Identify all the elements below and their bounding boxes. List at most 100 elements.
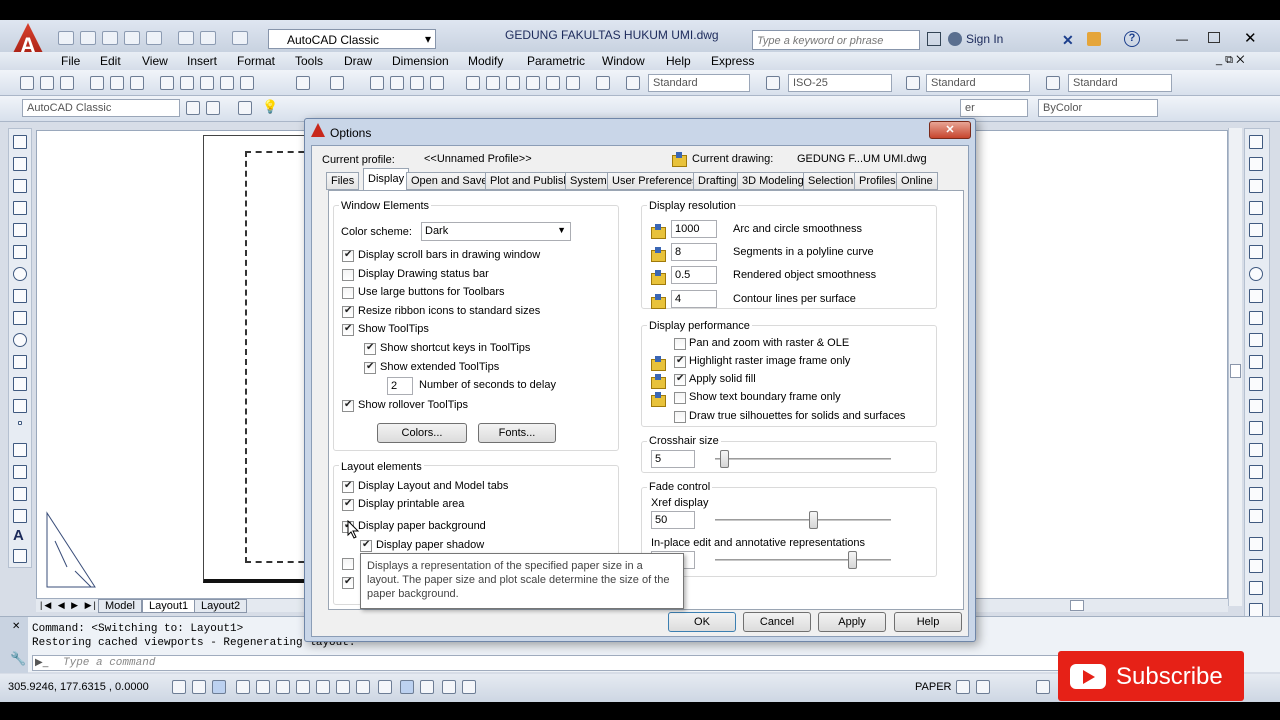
- tab-layout1[interactable]: Layout1: [142, 599, 196, 613]
- multiline-text-icon[interactable]: A: [13, 527, 24, 544]
- open-file-icon[interactable]: [40, 76, 54, 90]
- maximize-viewport-icon[interactable]: [1036, 680, 1050, 694]
- copy-object-icon[interactable]: [1249, 157, 1263, 171]
- binoculars-icon[interactable]: [927, 32, 941, 46]
- rendered-smoothness-input[interactable]: 0.5: [671, 266, 717, 284]
- show-tooltips-checkbox[interactable]: [342, 323, 354, 336]
- revision-cloud-icon[interactable]: [13, 289, 27, 303]
- menu-edit[interactable]: Edit: [100, 54, 121, 68]
- contour-lines-input[interactable]: 4: [671, 290, 717, 308]
- layout-model-tabs-checkbox[interactable]: [342, 480, 354, 493]
- layer-properties-icon[interactable]: [206, 101, 220, 115]
- vertical-scroll-thumb[interactable]: [1230, 364, 1241, 378]
- color-select[interactable]: ByColor: [1038, 99, 1158, 117]
- quick-view-drawings-icon[interactable]: [976, 680, 990, 694]
- hidden-option-checkbox-2[interactable]: [342, 576, 354, 589]
- mleader-style-select[interactable]: Standard: [1068, 74, 1172, 92]
- help-search-input[interactable]: Type a keyword or phrase: [752, 30, 920, 50]
- markup-icon[interactable]: [546, 76, 560, 90]
- extended-tooltips-checkbox[interactable]: [364, 361, 376, 374]
- tab-display[interactable]: Display: [363, 168, 410, 190]
- hatch-icon[interactable]: [13, 443, 27, 457]
- undo-icon[interactable]: [200, 31, 216, 45]
- menu-modify[interactable]: Modify: [468, 54, 503, 68]
- zoom-window-icon[interactable]: [410, 76, 424, 90]
- table-icon[interactable]: [13, 509, 27, 523]
- tab-system[interactable]: System: [565, 172, 612, 190]
- menu-file[interactable]: File: [61, 54, 80, 68]
- join-icon[interactable]: [1249, 421, 1263, 435]
- arc-icon[interactable]: [13, 245, 27, 259]
- paper-space-toggle[interactable]: PAPER: [915, 681, 951, 693]
- insert-block-icon[interactable]: [13, 377, 27, 391]
- ok-button[interactable]: OK: [668, 612, 736, 632]
- scale-icon[interactable]: [1249, 289, 1263, 303]
- move-icon[interactable]: [1249, 245, 1263, 259]
- scroll-bars-checkbox[interactable]: [342, 249, 354, 262]
- shortcut-keys-checkbox[interactable]: [364, 342, 376, 355]
- workspace-select[interactable]: AutoCAD Classic ▾: [268, 29, 436, 49]
- quickcalc-icon[interactable]: [566, 76, 580, 90]
- printable-area-checkbox[interactable]: [342, 498, 354, 511]
- raster-frame-checkbox[interactable]: [674, 355, 686, 368]
- chamfer-icon[interactable]: [1249, 443, 1263, 457]
- polar-tracking-icon[interactable]: [256, 680, 270, 694]
- tab-3d-modeling[interactable]: 3D Modeling: [737, 172, 809, 190]
- dynamic-input-icon[interactable]: [356, 680, 370, 694]
- spline-icon[interactable]: [13, 311, 27, 325]
- save-as-icon[interactable]: [124, 31, 140, 45]
- arc-smoothness-input[interactable]: 1000: [671, 220, 717, 238]
- draworder-icon[interactable]: [1249, 537, 1263, 551]
- infer-constraints-icon[interactable]: [172, 680, 186, 694]
- offset-icon[interactable]: [1249, 201, 1263, 215]
- workspace-select-2[interactable]: AutoCAD Classic: [22, 99, 180, 117]
- selection-cycling-icon[interactable]: [442, 680, 456, 694]
- dimension-style-icon[interactable]: [766, 76, 780, 90]
- stretch-icon[interactable]: [1249, 311, 1263, 325]
- grid-display-icon[interactable]: [212, 680, 226, 694]
- maximize-icon[interactable]: [1208, 32, 1220, 43]
- apply-button[interactable]: Apply: [818, 612, 886, 632]
- dim-style-select[interactable]: ISO-25: [788, 74, 892, 92]
- xref-fade-slider-thumb[interactable]: [808, 511, 818, 529]
- extend-icon[interactable]: [1249, 355, 1263, 369]
- hidden-option-checkbox-1[interactable]: [342, 558, 354, 570]
- zoom-previous-icon[interactable]: [430, 76, 444, 90]
- multileader-style-icon[interactable]: [1046, 76, 1060, 90]
- quick-properties-icon[interactable]: [420, 680, 434, 694]
- ortho-mode-icon[interactable]: [236, 680, 250, 694]
- 3d-object-snap-icon[interactable]: [296, 680, 310, 694]
- block-editor-icon[interactable]: [240, 76, 254, 90]
- help-tb-icon[interactable]: [596, 76, 610, 90]
- menu-parametric[interactable]: Parametric: [527, 54, 585, 68]
- true-silhouettes-checkbox[interactable]: [674, 411, 686, 423]
- dialog-close-button[interactable]: ✕: [929, 121, 971, 139]
- close-icon[interactable]: ✕: [1244, 29, 1257, 47]
- table-style-icon[interactable]: [906, 76, 920, 90]
- tab-navigation-icon[interactable]: |◀ ◀ ▶ ▶|: [40, 600, 98, 611]
- break-icon[interactable]: [1249, 399, 1263, 413]
- print-icon[interactable]: [90, 76, 104, 90]
- tooltip-delay-input[interactable]: 2: [387, 377, 413, 395]
- add-selected-icon[interactable]: [13, 549, 27, 563]
- tab-layout2[interactable]: Layout2: [194, 599, 248, 613]
- menu-window[interactable]: Window: [602, 54, 645, 68]
- redo-icon[interactable]: [232, 31, 248, 45]
- cancel-button[interactable]: Cancel: [743, 612, 811, 632]
- resize-ribbon-icons-checkbox[interactable]: [342, 305, 354, 318]
- lineweight-icon[interactable]: [378, 680, 392, 694]
- snap-mode-icon[interactable]: [192, 680, 206, 694]
- workspace-settings-icon[interactable]: [186, 101, 200, 115]
- annotation-monitor-icon[interactable]: [462, 680, 476, 694]
- rollover-tooltips-checkbox[interactable]: [342, 399, 354, 412]
- bring-front-icon[interactable]: [1249, 559, 1263, 573]
- send-back-icon[interactable]: [1249, 581, 1263, 595]
- menu-express[interactable]: Express: [711, 54, 754, 68]
- text-style-icon[interactable]: [626, 76, 640, 90]
- solid-fill-checkbox[interactable]: [674, 373, 686, 386]
- properties-icon[interactable]: [466, 76, 480, 90]
- blend-curves-icon[interactable]: [1249, 487, 1263, 501]
- menu-format[interactable]: Format: [237, 54, 275, 68]
- transparency-icon[interactable]: [400, 680, 414, 694]
- fonts-button[interactable]: Fonts...: [478, 423, 556, 443]
